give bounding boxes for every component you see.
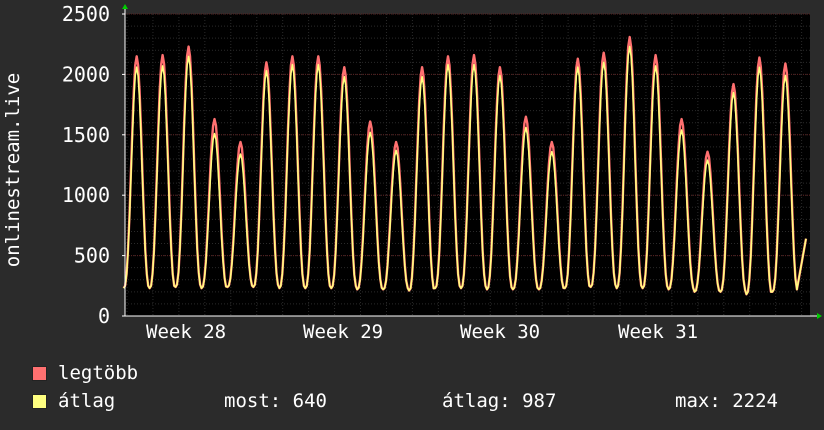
legend-swatch-avg [32, 394, 47, 409]
traffic-chart: 0 500 1000 1500 2000 2500 Week 28 Week 29 Week 3… [2, 2, 822, 343]
x-axis-arrow [817, 313, 822, 319]
x-tick-label: Week 28 [146, 321, 226, 343]
stat-average: átlag: 987 [442, 390, 557, 412]
stat-current: most: 640 [224, 390, 327, 412]
y-tick-label: 1000 [62, 183, 110, 207]
y-tick-label: 1500 [62, 123, 110, 147]
y-axis-title: onlinestream.live [2, 73, 24, 267]
legend-swatch-max [32, 366, 47, 381]
y-tick-label: 2500 [62, 2, 110, 26]
y-tick-label: 2000 [62, 62, 110, 86]
legend-label-max: legtöbb [58, 362, 139, 384]
x-tick-label: Week 30 [460, 321, 540, 343]
x-tick-label: Week 31 [618, 321, 698, 343]
legend-label-avg: átlag [58, 390, 116, 412]
y-axis-arrow [122, 4, 128, 9]
x-tick-label: Week 29 [303, 321, 383, 343]
stat-maximum: max: 2224 [675, 390, 778, 412]
y-tick-label: 0 [98, 304, 110, 328]
y-tick-label: 500 [74, 244, 110, 268]
